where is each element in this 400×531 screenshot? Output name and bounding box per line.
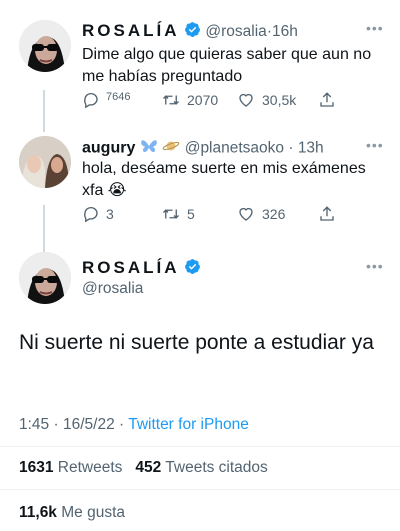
like-count: 326 (262, 206, 286, 222)
like-button[interactable]: 326 (236, 205, 285, 223)
heart-icon (239, 93, 253, 107)
avatar[interactable] (19, 136, 71, 188)
reply-button[interactable]: 7646 (82, 91, 130, 109)
tweet-metadata: 1:45 · 16/5/22 · Twitter for iPhone (19, 416, 249, 434)
retweet-count: 2070 (187, 92, 219, 108)
more-options-icon[interactable]: ••• (366, 258, 384, 274)
retweet-button[interactable]: 2070 (161, 91, 218, 109)
author-handle[interactable]: @rosalia (205, 23, 266, 40)
augury-avatar-image (19, 136, 71, 188)
rosalia-avatar-image (19, 20, 71, 72)
retweet-icon (163, 209, 179, 219)
separator-dot: · (119, 416, 125, 433)
tweet-source-link[interactable]: Twitter for iPhone (128, 416, 249, 433)
verified-badge-icon (184, 21, 201, 43)
reply-icon (84, 92, 98, 109)
retweets-count: 1631 (19, 459, 54, 476)
tweet-time[interactable]: 13h (298, 140, 324, 157)
reply-count: 7646 (106, 91, 131, 103)
quotes-stat[interactable]: 452 Tweets citados (135, 459, 267, 476)
avatar[interactable] (19, 20, 71, 72)
share-icon (320, 92, 334, 107)
share-button[interactable] (318, 204, 336, 224)
reply-icon (84, 206, 98, 223)
main-tweet-text: Ni suerte ni suerte ponte a estudiar ya (19, 331, 374, 354)
more-options-icon[interactable]: ••• (366, 20, 384, 36)
tweet-text: hola, deséame suerte en mis exámenes xfa… (82, 160, 366, 199)
tweet-time[interactable]: 16h (272, 23, 298, 40)
author-handle[interactable]: @planetsaoko (185, 140, 284, 157)
verified-badge-icon (184, 258, 201, 280)
share-button[interactable] (318, 90, 336, 110)
tweet-stats-row: 1631 Retweets 452 Tweets citados (19, 459, 268, 477)
butterfly-icon (140, 138, 158, 159)
separator-dot: · (284, 139, 298, 157)
quotes-count: 452 (135, 459, 162, 476)
thread-line-2 (43, 205, 45, 253)
rosalia-avatar-image (19, 252, 71, 304)
heart-icon (239, 207, 253, 221)
author-name[interactable]: ROSALÍA (82, 258, 180, 277)
tweet-time[interactable]: 1:45 (19, 416, 49, 433)
likes-stat[interactable]: 11,6k Me gusta (19, 504, 125, 522)
retweet-count: 5 (187, 206, 195, 222)
retweets-label: Retweets (57, 459, 123, 476)
saturn-icon (162, 138, 180, 159)
retweets-stat[interactable]: 1631 Retweets (19, 459, 127, 476)
thread-line-1 (43, 90, 45, 132)
divider (0, 489, 400, 490)
quotes-label: Tweets citados (165, 459, 268, 476)
like-count: 30,5k (262, 92, 297, 108)
share-icon (320, 206, 334, 221)
separator-dot: · (53, 416, 59, 433)
reply-button[interactable]: 3 (82, 205, 114, 223)
tweet-text: Dime algo que quieras saber que aun no m… (82, 46, 372, 85)
main-tweet-author: ROSALÍA (82, 258, 201, 280)
author-handle[interactable]: @rosalia (82, 280, 143, 298)
retweet-icon (163, 95, 179, 105)
likes-label: Me gusta (61, 504, 126, 521)
retweet-button[interactable]: 5 (161, 205, 195, 223)
likes-count: 11,6k (19, 504, 57, 521)
author-name[interactable]: augury (82, 140, 135, 157)
tweet1-header: ROSALÍA @rosalia·16h (82, 21, 392, 43)
reply-count: 3 (106, 206, 114, 222)
tweet2-header: augury @planetsaoko · 13h (82, 138, 392, 160)
author-name[interactable]: ROSALÍA (82, 21, 180, 40)
tweet-date[interactable]: 16/5/22 (63, 416, 115, 433)
like-button[interactable]: 30,5k (236, 91, 296, 109)
avatar[interactable] (19, 252, 71, 304)
divider (0, 446, 400, 447)
more-options-icon[interactable]: ••• (366, 137, 384, 153)
